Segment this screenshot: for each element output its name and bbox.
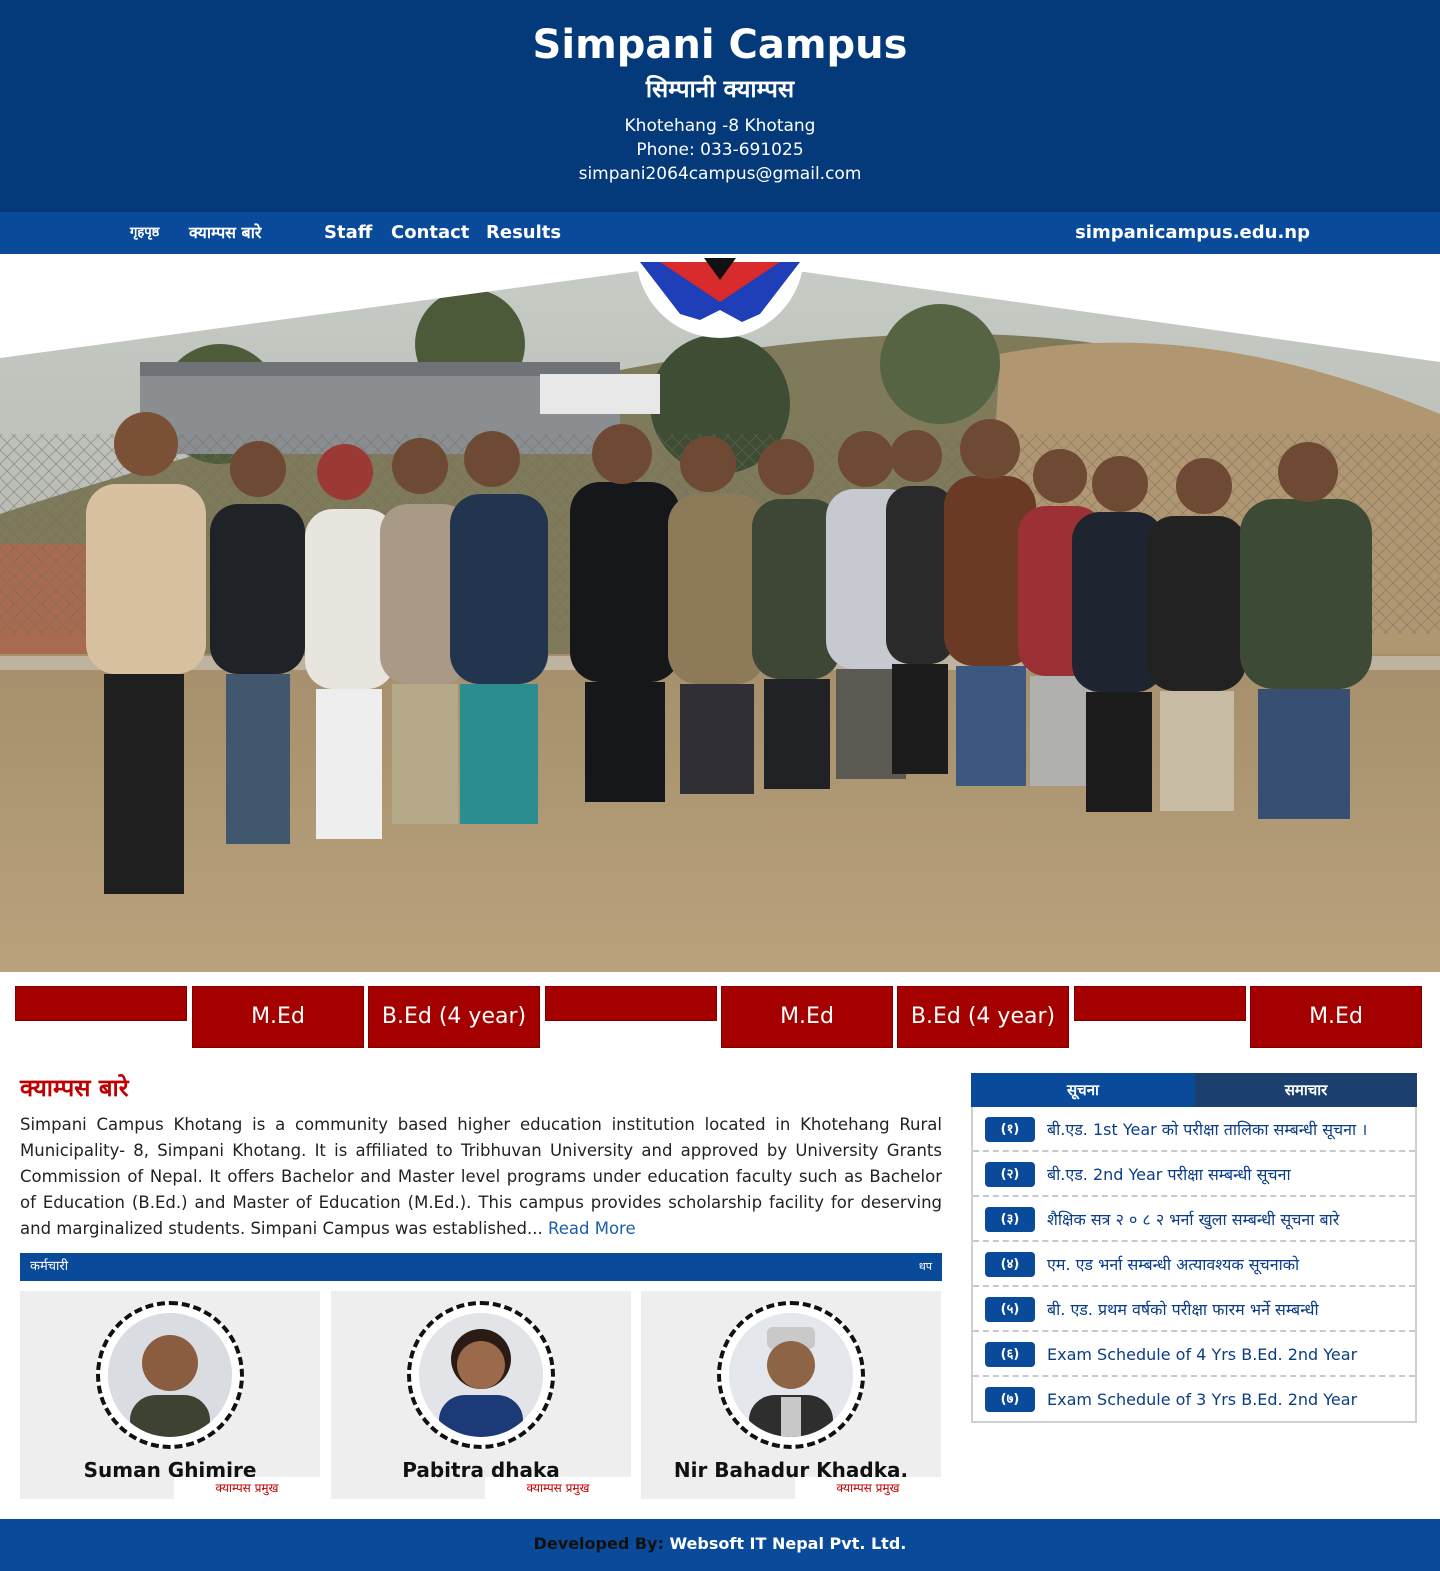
nav-item-about[interactable]: क्याम्पस बारे: [189, 212, 261, 254]
staff-role: क्याम्पस प्रमुख: [795, 1477, 941, 1499]
staff-photo: [419, 1313, 543, 1437]
notice-item[interactable]: (४) एम. एड भर्ना सम्बन्धी अत्यावश्यक सूच…: [973, 1242, 1415, 1287]
program-tab-med[interactable]: M.Ed: [721, 986, 893, 1048]
about-title: क्याम्पस बारे: [20, 1074, 129, 1102]
notice-link[interactable]: Exam Schedule of 4 Yrs B.Ed. 2nd Year: [1047, 1332, 1407, 1377]
notice-link[interactable]: बी.एड. 2nd Year परीक्षा सम्बन्धी सूचना: [1047, 1152, 1407, 1197]
staff-card[interactable]: Pabitra dhaka क्याम्पस प्रमुख: [331, 1291, 631, 1499]
notice-number-badge: (३): [985, 1207, 1035, 1232]
notice-link[interactable]: बी.एड. 1st Year को परीक्षा तालिका सम्बन्…: [1047, 1107, 1407, 1152]
notice-link[interactable]: बी. एड. प्रथम वर्षको परीक्षा फारम भर्ने …: [1047, 1287, 1407, 1332]
staff-role: क्याम्पस प्रमुख: [485, 1477, 631, 1499]
footer-label: Developed By:: [533, 1534, 664, 1553]
notice-item[interactable]: (७) Exam Schedule of 3 Yrs B.Ed. 2nd Yea…: [973, 1377, 1415, 1422]
program-tab[interactable]: [1074, 986, 1246, 1021]
staff-card[interactable]: Nir Bahadur Khadka, क्याम्पस प्रमुख: [641, 1291, 941, 1499]
read-more-link[interactable]: Read More: [548, 1219, 636, 1238]
notice-link[interactable]: शैक्षिक सत्र २ ० ८ २ भर्ना खुला सम्बन्धी…: [1047, 1197, 1407, 1242]
program-tab[interactable]: [545, 986, 717, 1021]
notice-item[interactable]: (१) बी.एड. 1st Year को परीक्षा तालिका सम…: [973, 1107, 1415, 1152]
about-text: Simpani Campus Khotang is a community ba…: [20, 1112, 942, 1242]
notice-number-badge: (५): [985, 1297, 1035, 1322]
site-header: Simpani Campus सिम्पानी क्याम्पस Khoteha…: [0, 0, 1440, 212]
notice-item[interactable]: (५) बी. एड. प्रथम वर्षको परीक्षा फारम भर…: [973, 1287, 1415, 1332]
program-tab-med[interactable]: M.Ed: [192, 986, 364, 1048]
notice-link[interactable]: Exam Schedule of 3 Yrs B.Ed. 2nd Year: [1047, 1377, 1407, 1422]
main-nav: गृहपृष्ठ क्याम्पस बारे Staff Contact Res…: [0, 212, 1440, 254]
notice-item[interactable]: (३) शैक्षिक सत्र २ ० ८ २ भर्ना खुला सम्ब…: [973, 1197, 1415, 1242]
site-email[interactable]: simpani2064campus@gmail.com: [0, 162, 1440, 186]
staff-photo-frame: [407, 1301, 555, 1449]
notice-panel: सूचना समाचार (१) बी.एड. 1st Year को परीक…: [971, 1073, 1417, 1423]
staff-section-title: कर्मचारी: [30, 1259, 69, 1274]
program-tab-bed[interactable]: B.Ed (4 year): [368, 986, 540, 1048]
notice-number-badge: (२): [985, 1162, 1035, 1187]
staff-photo: [108, 1313, 232, 1437]
about-body: Simpani Campus Khotang is a community ba…: [20, 1115, 942, 1238]
program-tab-bed[interactable]: B.Ed (4 year): [897, 986, 1069, 1048]
nav-item-staff[interactable]: Staff: [324, 212, 372, 254]
site-phone: Phone: 033-691025: [636, 140, 804, 160]
staff-photo-frame: [717, 1301, 865, 1449]
nav-domain-link[interactable]: simpanicampus.edu.np: [1075, 212, 1310, 254]
program-carousel: M.Ed B.Ed (4 year) M.Ed B.Ed (4 year) M.…: [0, 986, 1440, 1050]
site-subtitle: सिम्पानी क्याम्पस: [645, 75, 795, 103]
site-title: Simpani Campus: [532, 22, 908, 68]
site-footer: Developed By: Websoft IT Nepal Pvt. Ltd.: [0, 1519, 1440, 1571]
nav-item-contact[interactable]: Contact: [391, 212, 469, 254]
nav-item-home[interactable]: गृहपृष्ठ: [130, 212, 159, 254]
program-tab[interactable]: [15, 986, 187, 1021]
staff-more-link[interactable]: थप: [919, 1253, 932, 1281]
group-photo-image: [0, 254, 1440, 972]
tab-news[interactable]: समाचार: [1195, 1073, 1417, 1107]
footer-company-link[interactable]: Websoft IT Nepal Pvt. Ltd.: [669, 1534, 906, 1553]
notice-item[interactable]: (२) बी.एड. 2nd Year परीक्षा सम्बन्धी सूच…: [973, 1152, 1415, 1197]
tab-notice[interactable]: सूचना: [971, 1073, 1195, 1107]
staff-header-bar: कर्मचारी थप: [20, 1253, 942, 1281]
notice-item[interactable]: (६) Exam Schedule of 4 Yrs B.Ed. 2nd Yea…: [973, 1332, 1415, 1377]
notice-number-badge: (६): [985, 1342, 1035, 1367]
staff-role: क्याम्पस प्रमुख: [174, 1477, 320, 1499]
notice-link[interactable]: एम. एड भर्ना सम्बन्धी अत्यावश्यक सूचनाको: [1047, 1242, 1407, 1287]
staff-photo-frame: [96, 1301, 244, 1449]
nav-item-results[interactable]: Results: [486, 212, 561, 254]
notice-number-badge: (१): [985, 1117, 1035, 1142]
program-tab-med[interactable]: M.Ed: [1250, 986, 1422, 1048]
staff-card[interactable]: Suman Ghimire क्याम्पस प्रमुख: [20, 1291, 320, 1499]
hero-banner: [0, 254, 1440, 972]
site-address: Khotehang -8 Khotang: [624, 116, 816, 136]
notice-number-badge: (७): [985, 1387, 1035, 1412]
staff-photo: [729, 1313, 853, 1437]
notice-number-badge: (४): [985, 1252, 1035, 1277]
